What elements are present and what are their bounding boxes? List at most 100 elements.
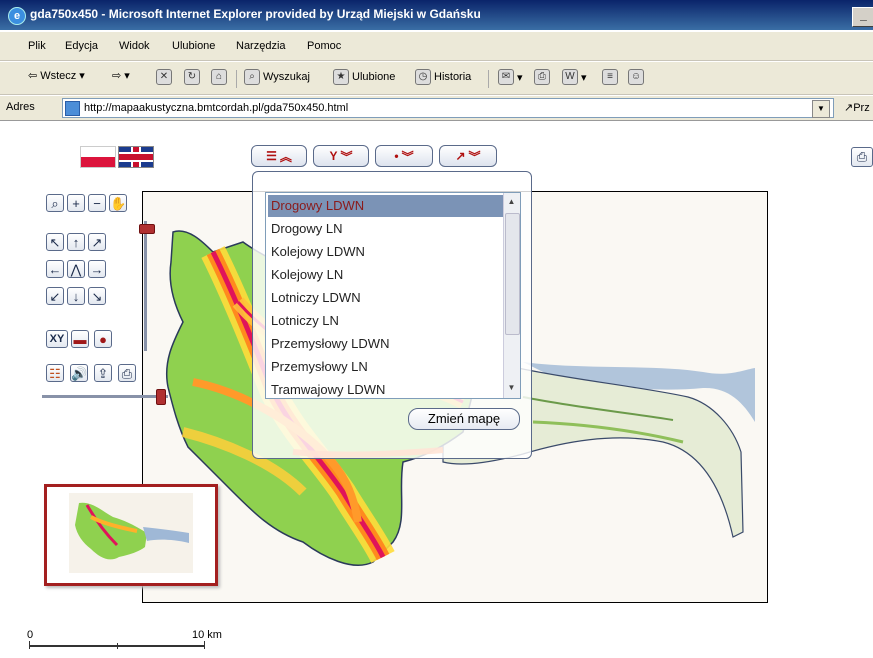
go-label: Prz <box>853 102 870 114</box>
print-map-button[interactable]: ⎙ <box>851 147 873 167</box>
minimize-button[interactable]: _ <box>852 7 873 27</box>
ie-logo-icon: e <box>8 7 26 25</box>
pan-west-button[interactable]: ← <box>46 260 64 278</box>
arrow-southeast-icon: ↘ <box>91 289 103 304</box>
stop-button[interactable]: ✕ <box>156 69 172 85</box>
chevron-down-icon: ▾ <box>581 71 587 84</box>
go-button[interactable]: ↗Prz <box>844 101 870 114</box>
list-scrollbar[interactable]: ▲ ▼ <box>503 193 520 398</box>
chevron-down-icon: ▾ <box>79 70 85 82</box>
measure-button[interactable]: ▬ <box>71 330 89 348</box>
transparency-slider-track[interactable] <box>42 395 168 398</box>
history-label: Historia <box>434 71 472 83</box>
menu-item-help[interactable]: Pomoc <box>307 40 341 52</box>
back-button[interactable]: ⇦ Wstecz ▾ <box>28 69 85 83</box>
full-extent-button[interactable]: ⋀ <box>67 260 85 278</box>
page-icon <box>65 101 80 116</box>
zoom-slider-track[interactable] <box>144 221 147 351</box>
roads-menu-button[interactable]: Y ︾ <box>313 145 369 167</box>
sound-button[interactable]: 🔊 <box>70 364 88 382</box>
transparency-slider-handle[interactable] <box>156 389 166 405</box>
overview-map-image <box>69 493 193 573</box>
scrollbar-thumb[interactable] <box>505 213 520 335</box>
menu-item-edit[interactable]: Edycja <box>65 40 98 52</box>
pan-east-button[interactable]: → <box>88 260 106 278</box>
list-item[interactable]: Przemysłowy LDWN <box>268 333 503 355</box>
address-label: Adres <box>6 101 35 113</box>
messenger-button[interactable]: ☺ <box>628 69 644 85</box>
menu-bar: Plik Edycja Widok Ulubione Narzędzia Pom… <box>0 32 873 61</box>
search-button[interactable]: ⌕ Wyszukaj <box>244 69 310 85</box>
xy-coordinates-button[interactable]: XY <box>46 330 68 348</box>
menu-item-tools[interactable]: Narzędzia <box>236 40 286 52</box>
list-item[interactable]: Drogowy LN <box>268 218 503 240</box>
forward-button[interactable]: ⇨ ▾ <box>112 69 130 82</box>
pan-northwest-button[interactable]: ↖ <box>46 233 64 251</box>
scale-bar: 0 10 km <box>27 629 227 653</box>
list-item[interactable]: Lotniczy LN <box>268 310 503 332</box>
flag-gb-icon[interactable] <box>118 146 154 168</box>
list-item[interactable]: Kolejowy LDWN <box>268 241 503 263</box>
export-button[interactable]: ⇪ <box>94 364 112 382</box>
pan-south-button[interactable]: ↓ <box>67 287 85 305</box>
address-bar: Adres http://mapaakustyczna.bmtcordah.pl… <box>0 96 873 121</box>
pan-southwest-button[interactable]: ↙ <box>46 287 64 305</box>
search-label: Wyszukaj <box>263 71 310 83</box>
legend-button[interactable]: ☷ <box>46 364 64 382</box>
print-small-button[interactable]: ⎙ <box>118 364 136 382</box>
window-titlebar: e gda750x450 - Microsoft Internet Explor… <box>0 0 873 30</box>
address-dropdown-button[interactable]: ▼ <box>812 100 830 118</box>
area-button[interactable]: ● <box>94 330 112 348</box>
list-item[interactable]: Tramwajowy LDWN <box>268 379 503 398</box>
magnifier-icon: ⌕ <box>51 196 59 211</box>
edit-button[interactable]: W ▾ <box>562 69 587 85</box>
window-title: gda750x450 - Microsoft Internet Explorer… <box>30 7 481 21</box>
toolbar-separator <box>236 70 237 88</box>
zoom-slider-handle[interactable] <box>139 224 155 234</box>
arrow-right-icon: → <box>90 262 104 277</box>
discuss-button[interactable]: ≡ <box>602 69 618 85</box>
zoom-out-button[interactable]: − <box>88 194 106 212</box>
points-menu-button[interactable]: • ︾ <box>375 145 433 167</box>
chart-menu-button[interactable]: ↗ ︾ <box>439 145 497 167</box>
menu-item-favorites[interactable]: Ulubione <box>172 40 215 52</box>
address-input[interactable]: http://mapaakustyczna.bmtcordah.pl/gda75… <box>62 98 834 118</box>
pan-northeast-button[interactable]: ↗ <box>88 233 106 251</box>
layer-listbox[interactable]: Drogowy LDWN Drogowy LN Kolejowy LDWN Ko… <box>265 192 521 399</box>
list-item[interactable]: Lotniczy LDWN <box>268 287 503 309</box>
print-icon: ⎙ <box>856 149 868 164</box>
favorites-icon: ★ <box>333 69 349 85</box>
scroll-down-icon[interactable]: ▼ <box>506 382 517 393</box>
menu-item-file[interactable]: Plik <box>28 40 46 52</box>
pan-button[interactable]: ✋ <box>109 194 127 212</box>
search-icon: ⌕ <box>244 69 260 85</box>
list-item[interactable]: Drogowy LDWN <box>268 195 503 217</box>
pan-southeast-button[interactable]: ↘ <box>88 287 106 305</box>
layers-menu-button[interactable]: ☰ ︽ <box>251 145 307 167</box>
page-content: ☰ ︽ Y ︾ • ︾ ↗ ︾ ⎙ ⌕ + − ✋ ↖ ↑ ↗ ← ⋀ → ↙ ↓ ↘ … <box>0 121 873 658</box>
point-marker-icon: • <box>394 149 399 163</box>
list-item[interactable]: Kolejowy LN <box>268 264 503 286</box>
scale-start-label: 0 <box>27 629 34 641</box>
zoom-in-button[interactable]: + <box>67 194 85 212</box>
scale-tick <box>29 641 30 649</box>
list-item[interactable]: Przemysłowy LN <box>268 356 503 378</box>
toolbar: ⇦ Wstecz ▾ ⇨ ▾ ✕ ↻ ⌂ ⌕ Wyszukaj ★ Ulubio… <box>0 62 873 95</box>
refresh-button[interactable]: ↻ <box>184 69 200 85</box>
scroll-up-icon[interactable]: ▲ <box>506 196 517 207</box>
arrow-southwest-icon: ↙ <box>49 289 61 304</box>
change-map-button[interactable]: Zmień mapę <box>408 408 520 430</box>
zoom-box-button[interactable]: ⌕ <box>46 194 64 212</box>
menu-item-view[interactable]: Widok <box>119 40 150 52</box>
print-button[interactable]: ⎙ <box>534 69 550 85</box>
address-url: http://mapaakustyczna.bmtcordah.pl/gda75… <box>84 102 349 114</box>
favorites-button[interactable]: ★ Ulubione <box>333 69 395 85</box>
chevron-down-icon: ▾ <box>517 71 523 84</box>
overview-map[interactable] <box>44 484 218 586</box>
measure-bar-icon: ▬ <box>73 332 87 347</box>
home-button[interactable]: ⌂ <box>211 69 227 85</box>
history-button[interactable]: ◷ Historia <box>415 69 471 85</box>
pan-north-button[interactable]: ↑ <box>67 233 85 251</box>
flag-pl-icon[interactable] <box>80 146 116 168</box>
mail-button[interactable]: ✉ ▾ <box>498 69 523 85</box>
